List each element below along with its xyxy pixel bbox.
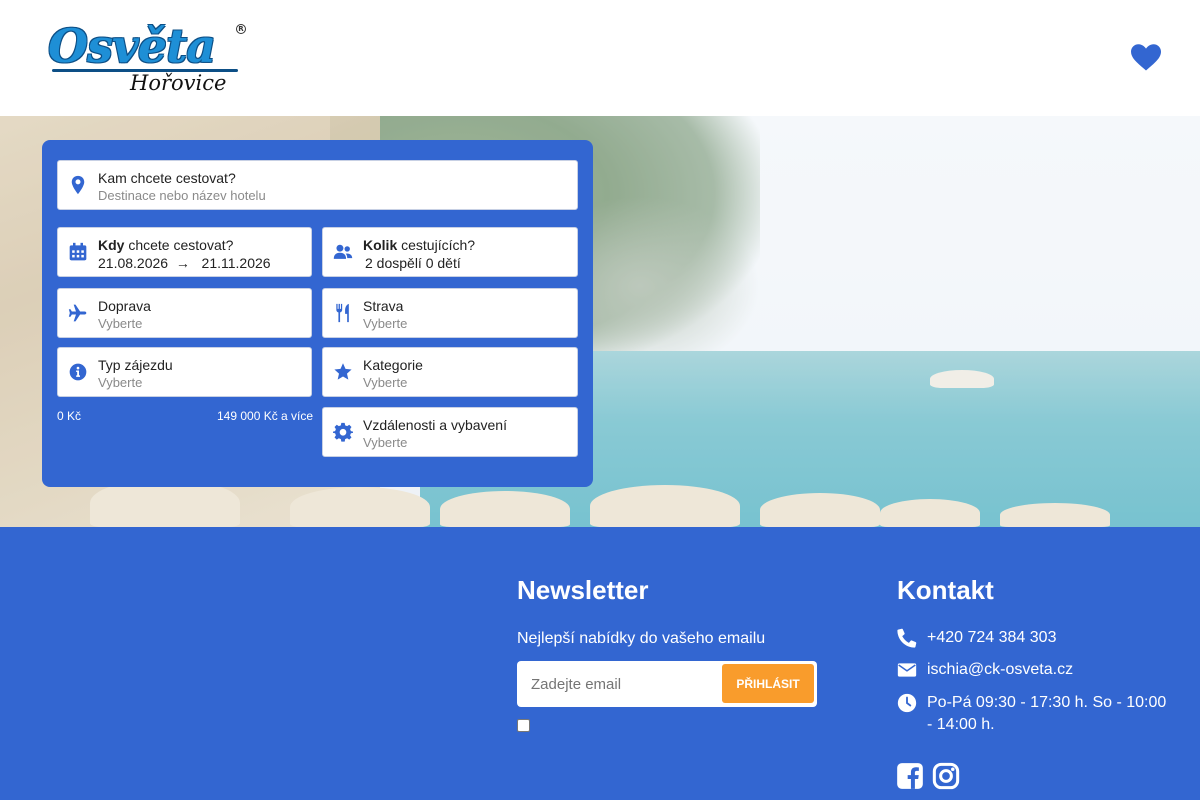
newsletter-email-input[interactable] — [531, 661, 731, 707]
destination-placeholder: Destinace nebo název hotelu — [98, 188, 266, 203]
distances-label: Vzdálenosti a vybavení — [363, 417, 507, 433]
price-max-label: 149 000 Kč a více — [217, 409, 314, 423]
dates-label: Kdy chcete cestovat? — [98, 237, 234, 253]
dates-field[interactable]: Kdy chcete cestovat? 21.08.2026 → 21.11.… — [57, 227, 312, 277]
contact-email-text: ischia@ck-osveta.cz — [927, 661, 1074, 678]
newsletter-description: Nejlepší nabídky do vašeho emailu — [517, 630, 766, 647]
tour-type-label: Typ zájezdu — [98, 357, 173, 373]
envelope-icon — [897, 663, 917, 677]
newsletter-consent-checkbox[interactable] — [517, 719, 530, 732]
dates-value: 21.08.2026 → 21.11.2026 — [98, 255, 271, 271]
site-footer: Newsletter Nejlepší nabídky do vašeho em… — [0, 527, 1200, 800]
heart-icon[interactable] — [1131, 44, 1161, 72]
price-min-label: 0 Kč — [57, 409, 82, 423]
distances-placeholder: Vyberte — [363, 435, 408, 450]
instagram-icon[interactable] — [932, 762, 960, 790]
clock-icon — [897, 693, 917, 713]
newsletter-form: PŘIHLÁSIT — [517, 661, 817, 707]
gear-icon — [333, 422, 353, 442]
star-icon — [334, 363, 352, 380]
logo-sub-text: Hořovice — [130, 71, 227, 95]
category-label: Kategorie — [363, 357, 423, 373]
search-panel: Kam chcete cestovat? Destinace nebo náze… — [42, 140, 593, 487]
distances-field[interactable]: Vzdálenosti a vybavení Vyberte — [322, 407, 578, 457]
contact-phone-text: +420 724 384 303 — [927, 629, 1057, 646]
logo[interactable]: Osvěta R Hořovice — [48, 18, 248, 98]
logo-main-text: Osvěta — [48, 19, 216, 73]
facebook-icon[interactable] — [896, 762, 924, 790]
board-placeholder: Vyberte — [363, 316, 408, 331]
calendar-icon — [69, 242, 87, 261]
utensils-icon — [336, 303, 349, 323]
transport-placeholder: Vyberte — [98, 316, 143, 331]
destination-label: Kam chcete cestovat? — [98, 170, 236, 186]
tour-type-placeholder: Vyberte — [98, 375, 143, 390]
newsletter-title: Newsletter — [517, 575, 649, 605]
board-label: Strava — [363, 298, 404, 314]
map-pin-icon — [71, 175, 85, 195]
date-arrow: → — [175, 255, 190, 271]
tour-type-field[interactable]: Typ zájezdu Vyberte — [57, 347, 312, 397]
date-to: 21.11.2026 — [201, 255, 271, 271]
registered-mark: R — [236, 24, 246, 34]
phone-icon — [897, 628, 917, 648]
category-field[interactable]: Kategorie Vyberte — [322, 347, 578, 397]
contact-title: Kontakt — [897, 575, 994, 605]
travelers-field[interactable]: Kolik cestujících? 2 dospělí 0 dětí — [322, 227, 578, 277]
destination-field[interactable]: Kam chcete cestovat? Destinace nebo náze… — [57, 160, 578, 210]
info-icon — [69, 363, 87, 381]
plane-icon — [68, 304, 87, 322]
transport-field[interactable]: Doprava Vyberte — [57, 288, 312, 338]
contact-hours-text: Po-Pá 09:30 - 17:30 h. So - 10:00 - 14:0… — [927, 694, 1167, 733]
site-header: Osvěta R Hořovice — [0, 0, 1200, 116]
users-icon — [333, 244, 353, 259]
transport-label: Doprava — [98, 298, 151, 314]
newsletter-subscribe-button[interactable]: PŘIHLÁSIT — [722, 664, 814, 703]
travelers-label: Kolik cestujících? — [363, 237, 476, 253]
travelers-value: 2 dospělí 0 dětí — [365, 255, 461, 271]
category-placeholder: Vyberte — [363, 375, 408, 390]
board-field[interactable]: Strava Vyberte — [322, 288, 578, 338]
date-from: 21.08.2026 — [98, 255, 169, 271]
